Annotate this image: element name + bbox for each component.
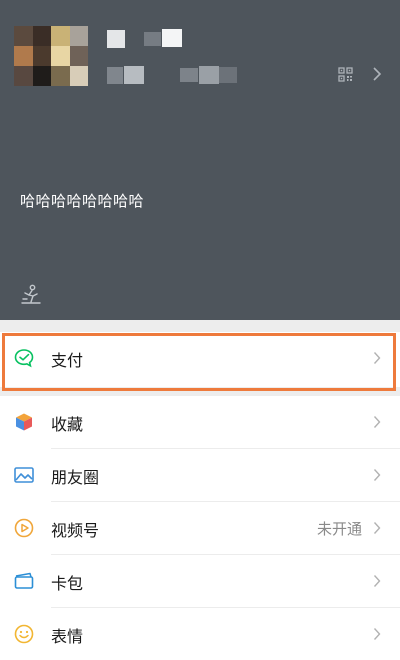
menu-item-moments[interactable]: 朋友圈: [0, 449, 400, 502]
profile-header[interactable]: 哈哈哈哈哈哈哈哈: [0, 0, 400, 320]
menu-item-label: 表情: [51, 627, 84, 646]
section-gap: [0, 320, 400, 332]
wechat-id-blurred: [219, 67, 237, 83]
chevron-right-icon[interactable]: [372, 66, 382, 82]
chevron-right-icon: [373, 416, 381, 428]
status-text[interactable]: 哈哈哈哈哈哈哈哈: [20, 190, 144, 211]
me-menu: 支付 收藏 朋友圈 视频号 未开通 卡包 表情: [0, 332, 400, 660]
pay-icon: [14, 349, 34, 368]
menu-item-label: 支付: [51, 351, 84, 370]
nickname-blurred: [162, 29, 182, 47]
section-gap: [0, 387, 400, 396]
channels-icon: [14, 518, 34, 538]
stickers-icon: [14, 624, 34, 644]
channels-status: 未开通: [316, 520, 362, 538]
nickname-blurred: [107, 30, 125, 48]
menu-item-cards[interactable]: 卡包: [0, 555, 400, 608]
menu-item-label: 视频号: [51, 521, 100, 540]
favorites-icon: [16, 413, 32, 431]
chevron-right-icon: [373, 628, 381, 640]
chevron-right-icon: [373, 575, 381, 587]
menu-item-label: 朋友圈: [51, 468, 100, 487]
menu-item-favorites[interactable]: 收藏: [0, 396, 400, 449]
menu-item-label: 收藏: [51, 415, 84, 434]
chevron-right-icon: [373, 469, 381, 481]
menu-item-channels[interactable]: 视频号 未开通: [0, 502, 400, 555]
wechat-id-blurred: [180, 68, 198, 82]
chevron-right-icon: [373, 352, 381, 364]
nickname-blurred: [144, 32, 161, 46]
avatar[interactable]: [14, 26, 88, 86]
wechat-id-blurred: [107, 67, 123, 84]
chevron-right-icon: [373, 522, 381, 534]
status-icon[interactable]: [20, 283, 42, 305]
qr-code-icon[interactable]: [338, 67, 353, 82]
moments-icon: [14, 467, 34, 483]
menu-item-pay[interactable]: 支付: [0, 332, 400, 387]
wechat-id-blurred: [124, 66, 144, 84]
menu-item-label: 卡包: [51, 574, 84, 593]
menu-item-stickers[interactable]: 表情: [0, 608, 400, 660]
cards-icon: [14, 572, 34, 589]
wechat-id-blurred: [199, 66, 219, 84]
